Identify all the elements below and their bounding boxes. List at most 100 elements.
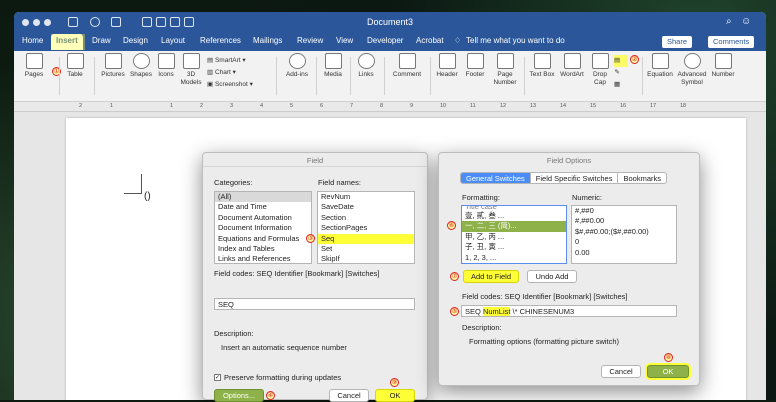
links-button[interactable]: Links bbox=[354, 53, 378, 79]
signature-line-button[interactable]: ✎ bbox=[614, 67, 620, 79]
options-button[interactable]: Options... bbox=[214, 389, 264, 402]
tab-layout[interactable]: Layout bbox=[161, 36, 185, 45]
options-cancel-button[interactable]: Cancel bbox=[601, 365, 641, 378]
search-icon[interactable]: ⌕ bbox=[726, 16, 732, 27]
numeric-item[interactable]: 0 bbox=[572, 237, 676, 247]
tab-draw[interactable]: Draw bbox=[92, 36, 111, 45]
field-name-item[interactable]: SaveDate bbox=[318, 202, 414, 212]
field-name-item[interactable]: SectionPages bbox=[318, 223, 414, 233]
category-item[interactable]: (All) bbox=[215, 192, 311, 203]
date-time-button[interactable]: ▦ bbox=[614, 79, 620, 91]
preserve-formatting-checkbox[interactable]: ✓ bbox=[214, 374, 221, 381]
category-item[interactable]: Links and References bbox=[215, 254, 311, 263]
page-number-button[interactable]: Page Number bbox=[490, 53, 520, 87]
add-to-field-button[interactable]: Add to Field bbox=[463, 270, 519, 283]
ribbon-tabs: Home Insert Draw Design Layout Reference… bbox=[14, 33, 766, 51]
tab-home[interactable]: Home bbox=[22, 36, 43, 45]
undo-add-button[interactable]: Undo Add bbox=[527, 270, 577, 283]
screenshot-button[interactable]: ▣ Screenshot ▾ bbox=[207, 79, 253, 91]
wordart-icon bbox=[563, 53, 581, 69]
formatting-item[interactable]: 子, 丑, 寅 ... bbox=[462, 242, 566, 252]
field-name-item-selected[interactable]: Seq bbox=[318, 233, 414, 244]
category-item[interactable]: Date and Time bbox=[215, 202, 311, 212]
numeric-item[interactable]: #,##0.00 bbox=[572, 216, 676, 226]
comments-button[interactable]: Comments bbox=[708, 36, 755, 48]
tell-me-search[interactable]: Tell me what you want to do bbox=[466, 36, 565, 45]
add-ins-button[interactable]: Add-ins bbox=[282, 53, 312, 79]
field-name-item[interactable]: Set bbox=[318, 244, 414, 254]
page-number-icon bbox=[496, 53, 514, 69]
tab-general-switches[interactable]: General Switches bbox=[461, 173, 531, 183]
ruler-tick: 14 bbox=[560, 103, 567, 109]
comment-button[interactable]: Comment bbox=[390, 53, 424, 79]
formatting-item[interactable]: 壹, 貳, 叁 ... bbox=[462, 211, 566, 221]
category-item[interactable]: Document Information bbox=[215, 223, 311, 233]
cube-icon bbox=[182, 53, 200, 69]
tab-bookmarks[interactable]: Bookmarks bbox=[618, 173, 666, 183]
tab-view[interactable]: View bbox=[336, 36, 353, 45]
advanced-symbol-button[interactable]: Advanced Symbol bbox=[676, 53, 708, 87]
field-options-dialog: Field Options General Switches Field Spe… bbox=[438, 152, 700, 386]
category-item[interactable]: Document Automation bbox=[215, 213, 311, 223]
header-button[interactable]: Header bbox=[434, 53, 460, 79]
tab-field-specific-switches[interactable]: Field Specific Switches bbox=[531, 173, 619, 183]
numeric-list[interactable]: #,##0 #,##0.00 $#,##0.00;($#,##0.00) 0 0… bbox=[571, 205, 677, 264]
category-item[interactable]: Equations and Formulas bbox=[215, 234, 311, 244]
pictures-button[interactable]: Pictures bbox=[100, 53, 126, 79]
step-marker-9: ⑨ bbox=[390, 378, 399, 387]
quick-parts-button[interactable]: ▤ bbox=[614, 55, 620, 67]
3d-models-button[interactable]: 3D Models bbox=[178, 53, 204, 87]
shapes-button[interactable]: Shapes bbox=[128, 53, 154, 79]
field-names-list[interactable]: RevNum SaveDate Section SectionPages Seq… bbox=[317, 191, 415, 264]
field-options-title: Field Options bbox=[546, 156, 592, 165]
share-button[interactable]: Share bbox=[662, 36, 693, 48]
tab-design[interactable]: Design bbox=[123, 36, 148, 45]
tab-mailings[interactable]: Mailings bbox=[253, 36, 282, 45]
drop-cap-button[interactable]: Drop Cap bbox=[588, 53, 612, 87]
document-text[interactable]: () bbox=[144, 191, 151, 202]
numeric-item[interactable]: $#,##0.00;($#,##0.00) bbox=[572, 227, 676, 237]
tab-acrobat[interactable]: Acrobat bbox=[416, 36, 444, 45]
step-marker-5: ⑤ bbox=[450, 307, 459, 316]
tab-review[interactable]: Review bbox=[297, 36, 323, 45]
field-cancel-button[interactable]: Cancel bbox=[329, 389, 369, 402]
text-box-button[interactable]: Text Box bbox=[528, 53, 556, 79]
field-code-input[interactable]: SEQ bbox=[214, 298, 415, 310]
category-item[interactable]: Index and Tables bbox=[215, 244, 311, 254]
pages-button[interactable]: Pages bbox=[22, 53, 46, 79]
equation-button[interactable]: Equation bbox=[646, 53, 674, 79]
field-name-item[interactable]: RevNum bbox=[318, 192, 414, 202]
options-ok-button[interactable]: OK bbox=[647, 365, 689, 378]
ruler-tick: 10 bbox=[440, 103, 447, 109]
icons-button[interactable]: Icons bbox=[156, 53, 176, 79]
options-description-label: Description: bbox=[462, 323, 502, 332]
formatting-item-selected[interactable]: 一, 二, 三 (简)... bbox=[462, 221, 566, 232]
icons-icon bbox=[157, 53, 175, 69]
number-button[interactable]: Number bbox=[710, 53, 736, 79]
header-icon bbox=[438, 53, 456, 69]
field-name-item[interactable]: SkipIf bbox=[318, 254, 414, 263]
categories-list[interactable]: (All) Date and Time Document Automation … bbox=[214, 191, 312, 264]
formatting-item[interactable]: 1, 2, 3, ... bbox=[462, 253, 566, 263]
tab-developer[interactable]: Developer bbox=[367, 36, 403, 45]
formatting-item[interactable]: 甲, 乙, 丙 ... bbox=[462, 232, 566, 242]
horizontal-ruler[interactable]: 2 1 1 2 3 4 5 6 7 8 9 10 11 12 13 14 15 … bbox=[14, 102, 766, 112]
options-field-code-input[interactable]: SEQ NumList \* CHINESENUM3 bbox=[461, 305, 677, 317]
tab-references[interactable]: References bbox=[200, 36, 241, 45]
media-button[interactable]: Media bbox=[320, 53, 346, 79]
account-icon[interactable]: ☺ bbox=[741, 16, 751, 27]
formatting-label: Formatting: bbox=[462, 193, 500, 202]
table-button[interactable]: Table bbox=[64, 53, 86, 79]
options-field-codes-label-text: Field codes: bbox=[462, 292, 503, 301]
wordart-button[interactable]: WordArt bbox=[558, 53, 586, 79]
ruler-tick: 1 bbox=[110, 103, 114, 109]
numeric-item[interactable]: #,##0 bbox=[572, 206, 676, 216]
numeric-item[interactable]: 0.00 bbox=[572, 248, 676, 258]
ribbon-separator bbox=[524, 57, 525, 95]
footer-button[interactable]: Footer bbox=[463, 53, 487, 79]
field-name-item[interactable]: Section bbox=[318, 213, 414, 223]
formatting-list[interactable]: Title case 壹, 貳, 叁 ... 一, 二, 三 (简)... 甲,… bbox=[461, 205, 567, 264]
field-ok-button[interactable]: OK bbox=[375, 389, 415, 402]
smartart-button[interactable]: ▤ SmartArt ▾ bbox=[207, 55, 253, 67]
chart-button[interactable]: ▥ Chart ▾ bbox=[207, 67, 253, 79]
